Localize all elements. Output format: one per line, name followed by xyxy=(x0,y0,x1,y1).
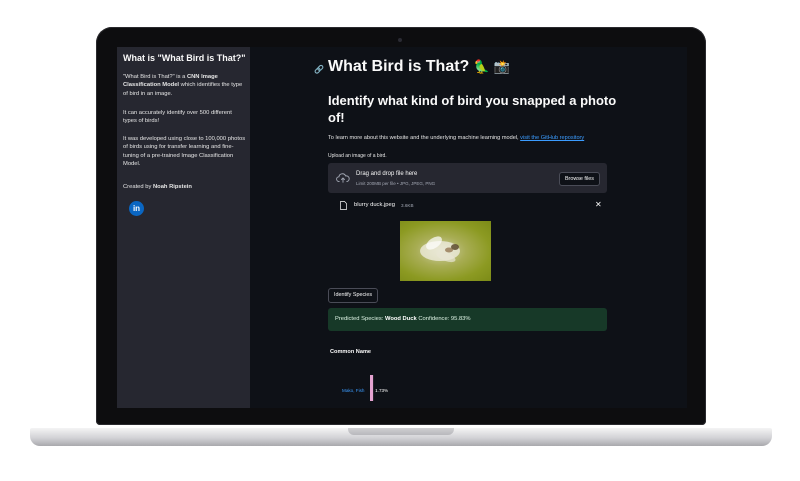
result-confidence: Confidence: 95.83% xyxy=(416,316,471,322)
remove-file-icon[interactable]: ✕ xyxy=(595,200,602,209)
sidebar-accuracy: It can accurately identify over 500 diff… xyxy=(123,110,232,125)
uploaded-file-name: blurry duck.jpeg xyxy=(354,202,395,208)
linkedin-icon[interactable]: in xyxy=(129,201,144,216)
info-text: To learn more about this website and the… xyxy=(328,135,584,141)
uploaded-file-size: 3.6KB xyxy=(401,203,414,208)
sidebar-intro: "What Bird is That?" is a CNN Image Clas… xyxy=(123,73,247,98)
camera-icon xyxy=(398,38,402,42)
bar-mark xyxy=(370,375,374,401)
sidebar: What is "What Bird is That?" "What Bird … xyxy=(117,47,250,408)
intro-prefix: "What Bird is That?" is a xyxy=(123,74,187,80)
dropzone-subtitle: Limit 200MB per file • JPG, JPEG, PNG xyxy=(356,181,436,186)
anchor-link-icon[interactable]: 🔗 xyxy=(314,65,324,74)
uploaded-bird-image xyxy=(400,221,491,281)
created-by-prefix: Created by xyxy=(123,184,153,190)
laptop-notch xyxy=(348,428,454,435)
upload-label: Upload an image of a bird. xyxy=(328,153,387,159)
sidebar-title: What is "What Bird is That?" xyxy=(123,53,246,63)
file-icon xyxy=(340,201,347,210)
main-content: 🔗 What Bird is That? 🦜 📸 Identify what k… xyxy=(250,47,687,408)
table-header-common-name: Common Name xyxy=(330,349,372,355)
title-emoji: 🦜 📸 xyxy=(473,59,510,74)
identify-species-button[interactable]: Identify Species xyxy=(328,288,379,303)
github-link[interactable]: visit the GitHub repository xyxy=(520,135,584,141)
bar-label: Mako, Fish xyxy=(342,388,365,393)
laptop-base xyxy=(30,428,772,446)
file-dropzone[interactable]: Drag and drop file here Limit 200MB per … xyxy=(328,163,607,193)
prediction-result: Predicted Species: Wood Duck Confidence:… xyxy=(328,308,607,331)
sidebar-created-by: Created by Noah Ripstein xyxy=(123,183,247,191)
info-prefix: To learn more about this website and the… xyxy=(328,135,521,141)
confidence-chart: Mako, Fish 1.73% xyxy=(342,375,388,401)
result-prefix: Predicted Species: xyxy=(335,316,385,322)
result-species: Wood Duck xyxy=(384,316,417,322)
bird-image-graphic xyxy=(420,236,460,263)
author-name: Noah Ripstein xyxy=(152,184,192,190)
page-title-text: What Bird is That? xyxy=(328,58,470,75)
browse-files-button[interactable]: Browse files xyxy=(558,172,600,186)
page-title: What Bird is That? 🦜 📸 xyxy=(328,58,510,76)
bar-value-label: 1.73% xyxy=(375,388,388,393)
page-subtitle: Identify what kind of bird you snapped a… xyxy=(328,93,617,125)
cloud-upload-icon xyxy=(336,173,350,183)
sidebar-development: It was developed using close to 100,000 … xyxy=(123,136,246,168)
dropzone-title: Drag and drop file here xyxy=(356,171,418,177)
app-window: What is "What Bird is That?" "What Bird … xyxy=(117,47,687,408)
